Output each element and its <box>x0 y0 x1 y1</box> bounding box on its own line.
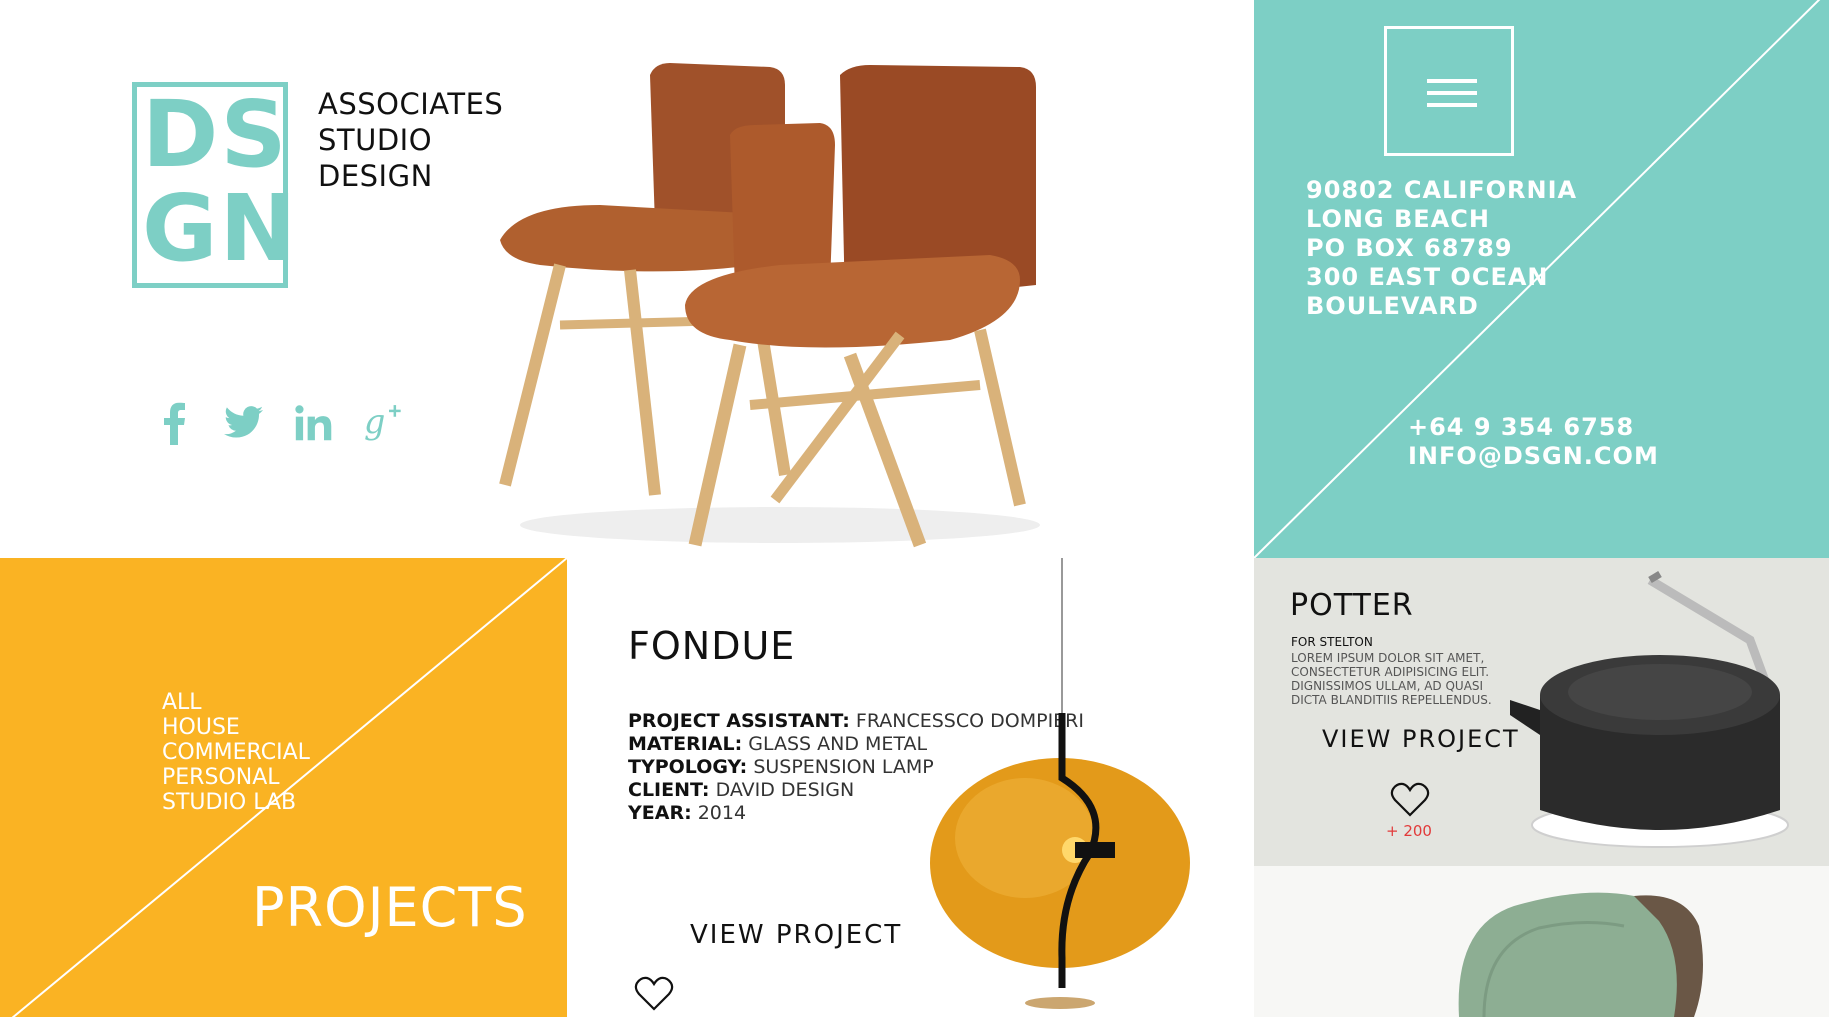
detail-label: MATERIAL: <box>628 733 743 755</box>
detail-value: 2014 <box>697 802 747 824</box>
suspension-lamp-image <box>930 558 1190 1009</box>
svg-text:g: g <box>364 402 385 441</box>
address-block: 90802 CALIFORNIA LONG BEACH PO BOX 68789… <box>1306 176 1577 321</box>
menu-button[interactable] <box>1384 26 1514 156</box>
detail-label: TYPOLOGY: <box>628 756 748 778</box>
address-line: BOULEVARD <box>1306 292 1479 320</box>
likes-count: + 200 <box>1386 822 1432 840</box>
linkedin-icon[interactable] <box>294 400 334 446</box>
logo-line-2: GN <box>142 175 299 282</box>
hamburger-icon <box>1427 79 1477 83</box>
fondue-title: FONDUE <box>628 624 796 668</box>
tagline-line-2: STUDIO <box>318 123 433 157</box>
tagline-line-3: DESIGN <box>318 159 433 193</box>
detail-label: PROJECT ASSISTANT: <box>628 710 850 732</box>
detail-value: DAVID DESIGN <box>715 779 855 801</box>
green-chair-image <box>1458 892 1703 1017</box>
hamburger-icon-line <box>1427 103 1477 107</box>
project-filters: ALL HOUSE COMMERCIAL PERSONAL STUDIO LAB <box>162 690 310 815</box>
google-plus-icon[interactable]: g <box>364 400 404 446</box>
address-line: 300 EAST OCEAN <box>1306 263 1549 291</box>
address-line: LONG BEACH <box>1306 205 1490 233</box>
potter-title: POTTER <box>1290 588 1414 623</box>
phone-link[interactable]: +64 9 354 6758 <box>1408 413 1659 442</box>
brand-tagline: ASSOCIATES STUDIO DESIGN <box>318 86 503 194</box>
heart-icon[interactable] <box>634 976 674 1012</box>
detail-value: SUSPENSION LAMP <box>753 756 934 778</box>
address-line: 90802 CALIFORNIA <box>1306 176 1578 204</box>
address-line: PO BOX 68789 <box>1306 234 1513 262</box>
facebook-icon[interactable] <box>154 400 194 446</box>
filter-studio-lab[interactable]: STUDIO LAB <box>162 790 310 815</box>
detail-value: GLASS AND METAL <box>748 733 928 755</box>
contact-details: +64 9 354 6758 INFO@DSGN.COM <box>1408 413 1659 471</box>
projects-heading: PROJECTS <box>252 876 528 939</box>
social-links: g <box>154 400 404 446</box>
logo[interactable]: DS GN <box>142 81 299 282</box>
next-project-teaser <box>1254 866 1829 1017</box>
filter-house[interactable]: HOUSE <box>162 715 310 740</box>
leather-chairs-image <box>499 63 1040 548</box>
tagline-line-1: ASSOCIATES <box>318 87 504 121</box>
view-project-button[interactable]: VIEW PROJECT <box>1322 725 1520 753</box>
filter-commercial[interactable]: COMMERCIAL <box>162 740 310 765</box>
potter-description: LOREM IPSUM DOLOR SIT AMET, CONSECTETUR … <box>1291 651 1492 707</box>
email-link[interactable]: INFO@DSGN.COM <box>1408 442 1659 471</box>
logo-line-1: DS <box>142 81 289 188</box>
heart-icon[interactable] <box>1390 782 1430 818</box>
twitter-icon[interactable] <box>224 400 264 446</box>
detail-label: YEAR: <box>628 802 692 824</box>
hamburger-icon-line <box>1427 91 1477 95</box>
filter-all[interactable]: ALL <box>162 690 310 715</box>
potter-client: FOR STELTON <box>1291 635 1373 649</box>
detail-label: CLIENT: <box>628 779 710 801</box>
kettle-image <box>1510 570 1789 848</box>
filter-personal[interactable]: PERSONAL <box>162 765 310 790</box>
view-project-button[interactable]: VIEW PROJECT <box>690 920 902 950</box>
